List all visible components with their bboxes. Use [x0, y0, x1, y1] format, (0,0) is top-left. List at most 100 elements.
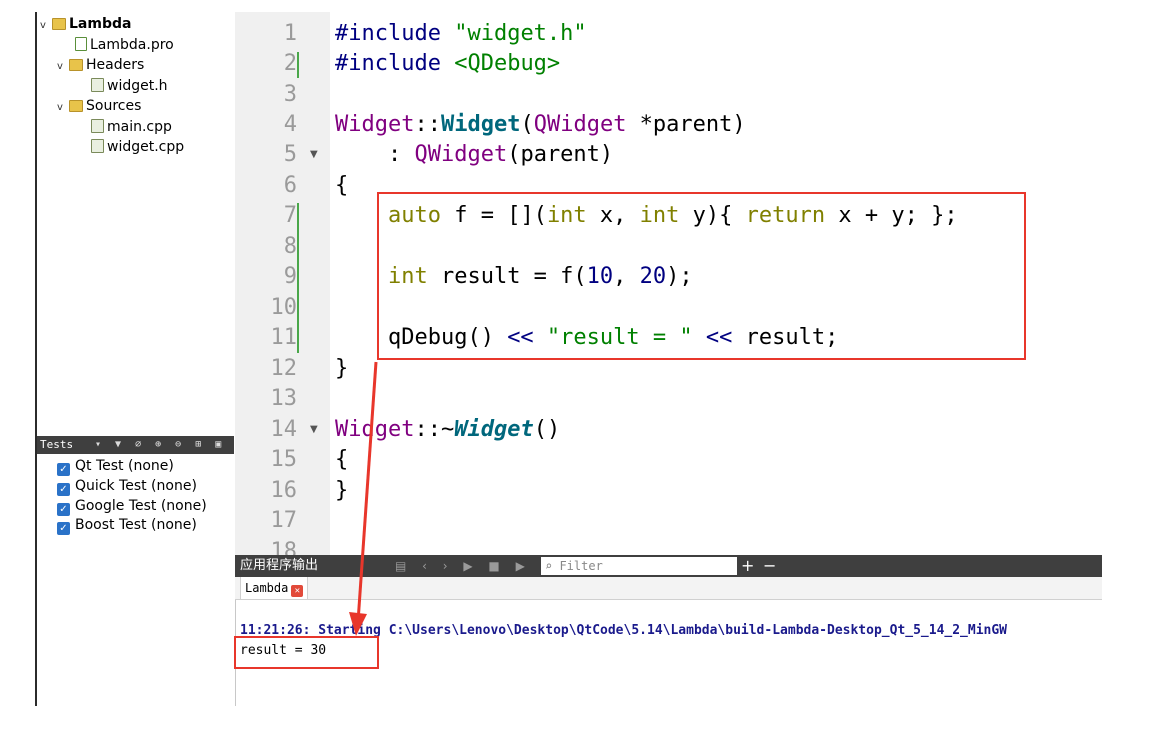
code-line-6: {: [335, 173, 349, 198]
headers-label: Headers: [86, 57, 145, 73]
code-line-16: }: [335, 478, 349, 503]
output-pane-header: 应用程序输出 ▤ ‹ › ▶ ■ ▶ ⚙ ⌕ Filter + −: [235, 555, 1102, 577]
test-label: Boost Test (none): [75, 517, 197, 533]
header-file-icon: [91, 78, 104, 92]
code-token: Widget: [335, 417, 415, 442]
output-pane-title: 应用程序输出: [240, 558, 319, 573]
lambda-highlight-box: [377, 192, 1026, 360]
line-number: 4: [283, 112, 297, 137]
chevron-down-icon[interactable]: v: [57, 57, 69, 77]
code-token: QWidget: [533, 112, 627, 137]
code-token: :: [335, 142, 415, 167]
test-label: Google Test (none): [75, 498, 207, 514]
line-number: 14: [270, 417, 298, 442]
tree-item-sources[interactable]: v Sources: [57, 96, 141, 116]
line-number: 5: [283, 142, 297, 167]
source-file-icon: [91, 119, 104, 133]
code-token: #include: [335, 21, 441, 46]
line-number: 10: [270, 295, 298, 320]
modified-marker: [297, 203, 299, 353]
checkbox-checked-icon[interactable]: ✓: [57, 463, 70, 476]
project-folder-icon: [52, 18, 66, 30]
code-token: (: [520, 112, 534, 137]
search-icon: ⌕: [545, 559, 560, 573]
line-number: 7: [283, 203, 297, 228]
tab-lambda[interactable]: Lambda ✕: [240, 577, 309, 599]
source-file-icon: [91, 139, 104, 153]
code-line-14: Widget::~Widget(): [335, 415, 560, 445]
line-number: 8: [283, 234, 297, 259]
output-toolbar-icons[interactable]: ▤ ‹ › ▶ ■ ▶ ⚙: [395, 555, 557, 577]
test-item-quick[interactable]: ✓ Quick Test (none): [57, 476, 197, 496]
pro-file-icon: [75, 37, 87, 51]
tree-item-widget-cpp[interactable]: widget.cpp: [91, 137, 184, 157]
line-number: 9: [283, 264, 297, 289]
folder-icon: [69, 100, 83, 112]
checkbox-checked-icon[interactable]: ✓: [57, 522, 70, 535]
code-token: #include: [335, 51, 441, 76]
output-tabbar: Lambda ✕: [235, 577, 1102, 600]
line-number: 18: [270, 539, 298, 555]
test-item-qt[interactable]: ✓ Qt Test (none): [57, 456, 174, 476]
code-line-12: }: [335, 356, 349, 381]
file-label: main.cpp: [107, 119, 172, 135]
code-line-4: Widget::Widget(QWidget *parent): [335, 110, 746, 140]
modified-marker: [297, 52, 299, 78]
line-number: 1: [283, 21, 297, 46]
tests-title[interactable]: Tests: [40, 436, 73, 454]
test-item-boost[interactable]: ✓ Boost Test (none): [57, 515, 197, 535]
code-line-15: {: [335, 447, 349, 472]
add-output-button[interactable]: +: [741, 555, 754, 577]
code-token: (): [533, 417, 561, 442]
code-line-1: #include "widget.h": [335, 19, 587, 49]
code-line-5: : QWidget(parent): [335, 140, 613, 170]
code-token: Widget: [454, 417, 534, 442]
test-item-google[interactable]: ✓ Google Test (none): [57, 496, 207, 516]
test-label: Qt Test (none): [75, 458, 174, 474]
project-name: Lambda: [69, 16, 132, 32]
tests-toolbar-icons[interactable]: ▾ ▼ ⌀ ⊕ ⊖ ⊞ ▣: [95, 436, 225, 454]
line-number: 11: [270, 325, 298, 350]
file-label: widget.cpp: [107, 139, 185, 155]
line-number: 15: [270, 447, 298, 472]
code-token: (parent): [507, 142, 614, 167]
code-line-2: #include <QDebug>: [335, 49, 560, 79]
line-number: 2: [283, 51, 297, 76]
code-token: "widget.h": [440, 21, 587, 46]
tree-item-pro-file[interactable]: Lambda.pro: [75, 35, 174, 55]
result-highlight-box: [234, 636, 379, 669]
line-number: 12: [270, 356, 298, 381]
chevron-down-icon[interactable]: v: [40, 16, 52, 36]
tree-item-main-cpp[interactable]: main.cpp: [91, 117, 172, 137]
filter-placeholder: Filter: [559, 559, 603, 573]
code-token: <QDebug>: [440, 51, 561, 76]
line-number: 17: [270, 508, 298, 533]
tree-item-headers[interactable]: v Headers: [57, 55, 144, 75]
code-token: *parent): [626, 112, 746, 137]
fold-arrow-icon[interactable]: ▼: [310, 415, 318, 445]
code-token: ::~: [414, 417, 455, 442]
chevron-down-icon[interactable]: v: [57, 98, 69, 118]
tree-item-widget-h[interactable]: widget.h: [91, 76, 168, 96]
line-number: 6: [283, 173, 297, 198]
tree-item-project[interactable]: v Lambda: [40, 14, 131, 34]
checkbox-checked-icon[interactable]: ✓: [57, 483, 70, 496]
tests-header: Tests ▾ ▼ ⌀ ⊕ ⊖ ⊞ ▣: [37, 436, 234, 454]
remove-output-button[interactable]: −: [763, 555, 776, 577]
line-number: 13: [270, 386, 298, 411]
file-label: widget.h: [107, 78, 168, 94]
pro-file-label: Lambda.pro: [90, 37, 174, 53]
test-label: Quick Test (none): [75, 478, 197, 494]
line-number: 3: [283, 82, 297, 107]
code-token: ::: [414, 112, 441, 137]
code-token: QWidget: [414, 142, 508, 167]
sources-label: Sources: [86, 98, 142, 114]
code-token: Widget: [335, 112, 415, 137]
folder-icon: [69, 59, 83, 71]
line-number: 16: [270, 478, 298, 503]
filter-input[interactable]: ⌕ Filter: [541, 557, 737, 575]
close-icon[interactable]: ✕: [291, 585, 304, 597]
tab-label: Lambda: [245, 581, 289, 595]
code-token: Widget: [440, 112, 521, 137]
fold-arrow-icon[interactable]: ▼: [310, 140, 318, 170]
